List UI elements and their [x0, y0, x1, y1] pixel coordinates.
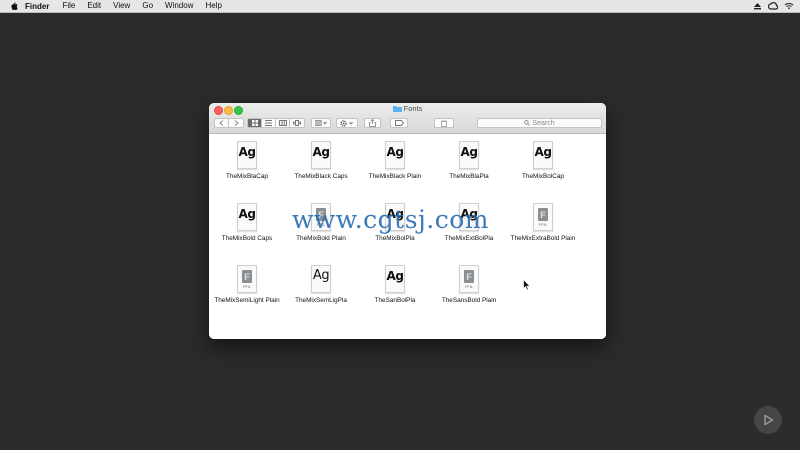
file-item[interactable]: Ag TheMixBlaPla — [432, 141, 506, 181]
font-preview-glyphs: Ag — [386, 269, 404, 283]
file-name: TheMixSemiLight Plain — [214, 297, 280, 304]
window-toolbar: Fonts Search — [209, 103, 606, 134]
arrange-grid-icon — [315, 120, 327, 126]
window-title: Fonts — [209, 104, 606, 114]
search-field[interactable]: Search — [477, 118, 602, 128]
font-preview-icon: Ag — [533, 141, 553, 169]
gear-icon — [340, 119, 353, 127]
share-icon — [369, 119, 376, 127]
menu-finder[interactable]: Finder — [25, 2, 49, 11]
trash-icon — [441, 120, 447, 127]
font-preview-icon: Ag — [237, 203, 257, 231]
file-item[interactable]: Ag TheMixBolCap — [506, 141, 580, 181]
font-file-icon: F FFIL — [237, 265, 257, 293]
back-button[interactable] — [215, 119, 229, 127]
tags-button[interactable] — [390, 118, 408, 128]
menu-file[interactable]: File — [62, 0, 75, 12]
search-placeholder: Search — [532, 119, 555, 127]
font-preview-glyphs: Ag — [238, 145, 256, 159]
tag-icon — [394, 120, 404, 126]
menu-edit[interactable]: Edit — [87, 0, 101, 12]
columns-icon — [278, 120, 287, 126]
video-play-button[interactable] — [754, 406, 782, 434]
file-name: TheMixBlack Caps — [294, 173, 348, 180]
play-icon — [764, 414, 774, 426]
font-preview-glyphs: Ag — [534, 145, 552, 159]
mouse-cursor-icon — [523, 279, 531, 291]
file-item[interactable]: F FFIL TheSansBold Plain — [432, 265, 506, 305]
file-name: TheMixBlaPla — [449, 173, 489, 180]
font-preview-glyphs: Ag — [238, 207, 256, 221]
font-preview-glyphs: Ag — [312, 268, 330, 283]
font-preview-icon: Ag — [385, 141, 405, 169]
font-preview-icon: Ag — [237, 141, 257, 169]
font-preview-icon: Ag — [311, 141, 331, 169]
chevron-right-icon — [234, 120, 239, 126]
menu-view[interactable]: View — [113, 0, 130, 12]
font-file-icon: F FFIL — [533, 203, 553, 231]
file-name: TheMixSemLigPla — [295, 297, 347, 304]
search-icon — [524, 120, 531, 126]
file-item[interactable]: Ag TheMixBlack Plain — [358, 141, 432, 181]
file-name: TheMixBolCap — [522, 173, 564, 180]
font-preview-icon: Ag — [459, 141, 479, 169]
file-item[interactable]: F FFIL TheMixSemiLight Plain — [210, 265, 284, 305]
icon-view-button[interactable] — [248, 119, 262, 127]
watermark-text: www.cgtsj.com — [292, 205, 490, 234]
delete-button[interactable] — [434, 118, 454, 128]
file-name: TheMixBolPla — [375, 235, 415, 242]
wifi-icon[interactable] — [784, 2, 794, 10]
font-preview-glyphs: Ag — [460, 145, 478, 159]
file-name: TheSanBolPla — [374, 297, 416, 304]
chevron-left-icon — [219, 120, 224, 126]
font-badge: F — [242, 270, 252, 283]
font-preview-glyphs: Ag — [386, 145, 404, 159]
font-file-type: FFIL — [538, 222, 548, 227]
menu-window[interactable]: Window — [165, 0, 193, 12]
file-item[interactable]: Ag TheMixBold Caps — [210, 203, 284, 243]
cover-flow-icon — [293, 120, 301, 126]
folder-icon — [392, 106, 402, 112]
view-mode-control — [247, 118, 305, 128]
eject-icon[interactable] — [753, 2, 762, 10]
font-badge: F — [464, 270, 474, 283]
grid-icon — [251, 120, 258, 126]
window-title-text: Fonts — [403, 104, 423, 113]
navigation-buttons — [214, 118, 244, 128]
file-item[interactable]: Ag TheMixBlack Caps — [284, 141, 358, 181]
menu-help[interactable]: Help — [205, 0, 221, 12]
file-name: TheMixBold Plain — [296, 235, 346, 242]
font-file-icon: F FFIL — [459, 265, 479, 293]
file-name: TheMixExtraBold Plain — [510, 235, 576, 242]
font-preview-icon: Ag — [311, 265, 331, 293]
font-preview-icon: Ag — [385, 265, 405, 293]
file-name: TheSansBold Plain — [441, 297, 497, 304]
file-item[interactable]: F FFIL TheMixExtraBold Plain — [506, 203, 580, 243]
cover-flow-button[interactable] — [290, 119, 304, 127]
column-view-button[interactable] — [276, 119, 290, 127]
file-name: TheMixBold Caps — [221, 235, 273, 242]
file-grid: Ag TheMixBlaCap Ag TheMixBlack Caps Ag TheMix… — [209, 134, 606, 339]
apple-icon[interactable] — [9, 1, 19, 11]
font-preview-glyphs: Ag — [312, 145, 330, 159]
file-item[interactable]: Ag TheMixBlaCap — [210, 141, 284, 181]
file-name: TheMixBlack Plain — [368, 173, 422, 180]
list-view-button[interactable] — [262, 119, 276, 127]
file-item[interactable]: Ag TheSanBolPla — [358, 265, 432, 305]
arrange-button[interactable] — [311, 118, 331, 128]
share-button[interactable] — [364, 118, 381, 128]
font-file-type: FFIL — [242, 284, 252, 289]
file-name: TheMixBlaCap — [226, 173, 268, 180]
font-badge: F — [538, 208, 548, 221]
file-name: TheMixExtBolPla — [444, 235, 494, 242]
menu-go[interactable]: Go — [142, 0, 153, 12]
font-file-type: FFIL — [464, 284, 474, 289]
file-item[interactable]: Ag TheMixSemLigPla — [284, 265, 358, 305]
list-icon — [265, 120, 272, 126]
action-button[interactable] — [336, 118, 358, 128]
forward-button[interactable] — [229, 119, 243, 127]
status-menus — [753, 0, 794, 12]
menu-bar: Finder File Edit View Go Window Help — [0, 0, 800, 13]
creative-cloud-icon[interactable] — [768, 2, 778, 10]
